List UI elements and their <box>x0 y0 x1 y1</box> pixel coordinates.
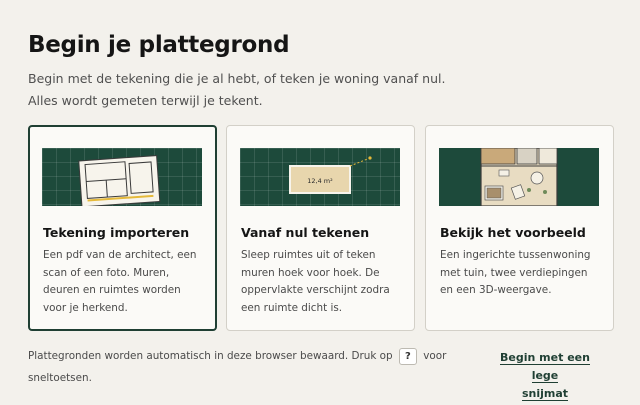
blank-link-line-1: Begin met een lege <box>500 351 590 383</box>
area-label: 12,4 m² <box>307 177 333 185</box>
start-blank-link[interactable]: Begin met een lege snijmat <box>486 349 604 403</box>
card-description-line: deuren en ruimtes worden <box>43 284 181 296</box>
card-description-line: Sleep ruimtes uit of teken <box>241 249 376 261</box>
card-title: Tekening importeren <box>43 225 190 240</box>
draw-from-scratch-card[interactable]: 12,4 m² Vanaf nul tekenen Sleep ruimtes … <box>226 125 415 331</box>
option-cards: Tekening importeren Een pdf van de archi… <box>28 125 616 331</box>
card-description: Een pdf van de architect, een scan of ee… <box>43 247 209 317</box>
import-drawing-illustration <box>42 148 202 206</box>
card-title: Bekijk het voorbeeld <box>440 225 586 240</box>
autosave-note-line-2: sneltoetsen. <box>28 372 92 384</box>
card-description-line: Een ingerichte tussenwoning <box>440 249 591 261</box>
card-description-line: oppervlakte verschijnt zodra <box>241 284 390 296</box>
page-subtitle: Begin met de tekening die je al hebt, of… <box>28 68 616 112</box>
card-description-line: scan of een foto. Muren, <box>43 266 170 279</box>
autosave-text-after: voor <box>423 350 447 362</box>
autosave-text: Plattegronden worden automatisch in deze… <box>28 350 393 362</box>
card-title: Vanaf nul tekenen <box>241 225 370 240</box>
card-description: Sleep ruimtes uit of teken muren hoek vo… <box>241 247 407 317</box>
question-key[interactable]: ? <box>398 347 417 365</box>
blank-link-line-2: snijmat <box>521 387 569 401</box>
card-description-line: met tuin, twee verdiepingen <box>440 266 588 279</box>
card-description-line: muren hoek voor hoek. De <box>241 266 380 279</box>
card-description-line: en een 3D-weergave. <box>440 284 552 296</box>
card-description-line: een ruimte dicht is. <box>241 301 343 314</box>
start-page: Begin je plattegrond Begin met de tekeni… <box>28 31 616 401</box>
subtitle-line-2: Alles wordt gemeten terwijl je tekent. <box>28 93 263 108</box>
example-floorplan-illustration <box>439 148 599 206</box>
card-description-line: voor je herkend. <box>43 301 128 314</box>
page-title: Begin je plattegrond <box>28 32 290 58</box>
autosave-note: Plattegronden worden automatisch in deze… <box>28 345 448 389</box>
import-drawing-card[interactable]: Tekening importeren Een pdf van de archi… <box>28 125 217 331</box>
draw-from-scratch-illustration: 12,4 m² <box>240 148 400 206</box>
subtitle-line-1: Begin met de tekening die je al hebt, of… <box>28 71 446 86</box>
card-description: Een ingerichte tussenwoning met tuin, tw… <box>440 247 606 300</box>
autosave-note-line-1: Plattegronden worden automatisch in deze… <box>28 345 448 367</box>
view-example-card[interactable]: Bekijk het voorbeeld Een ingerichte tuss… <box>425 125 614 331</box>
card-description-line: Een pdf van de architect, een <box>43 249 197 261</box>
